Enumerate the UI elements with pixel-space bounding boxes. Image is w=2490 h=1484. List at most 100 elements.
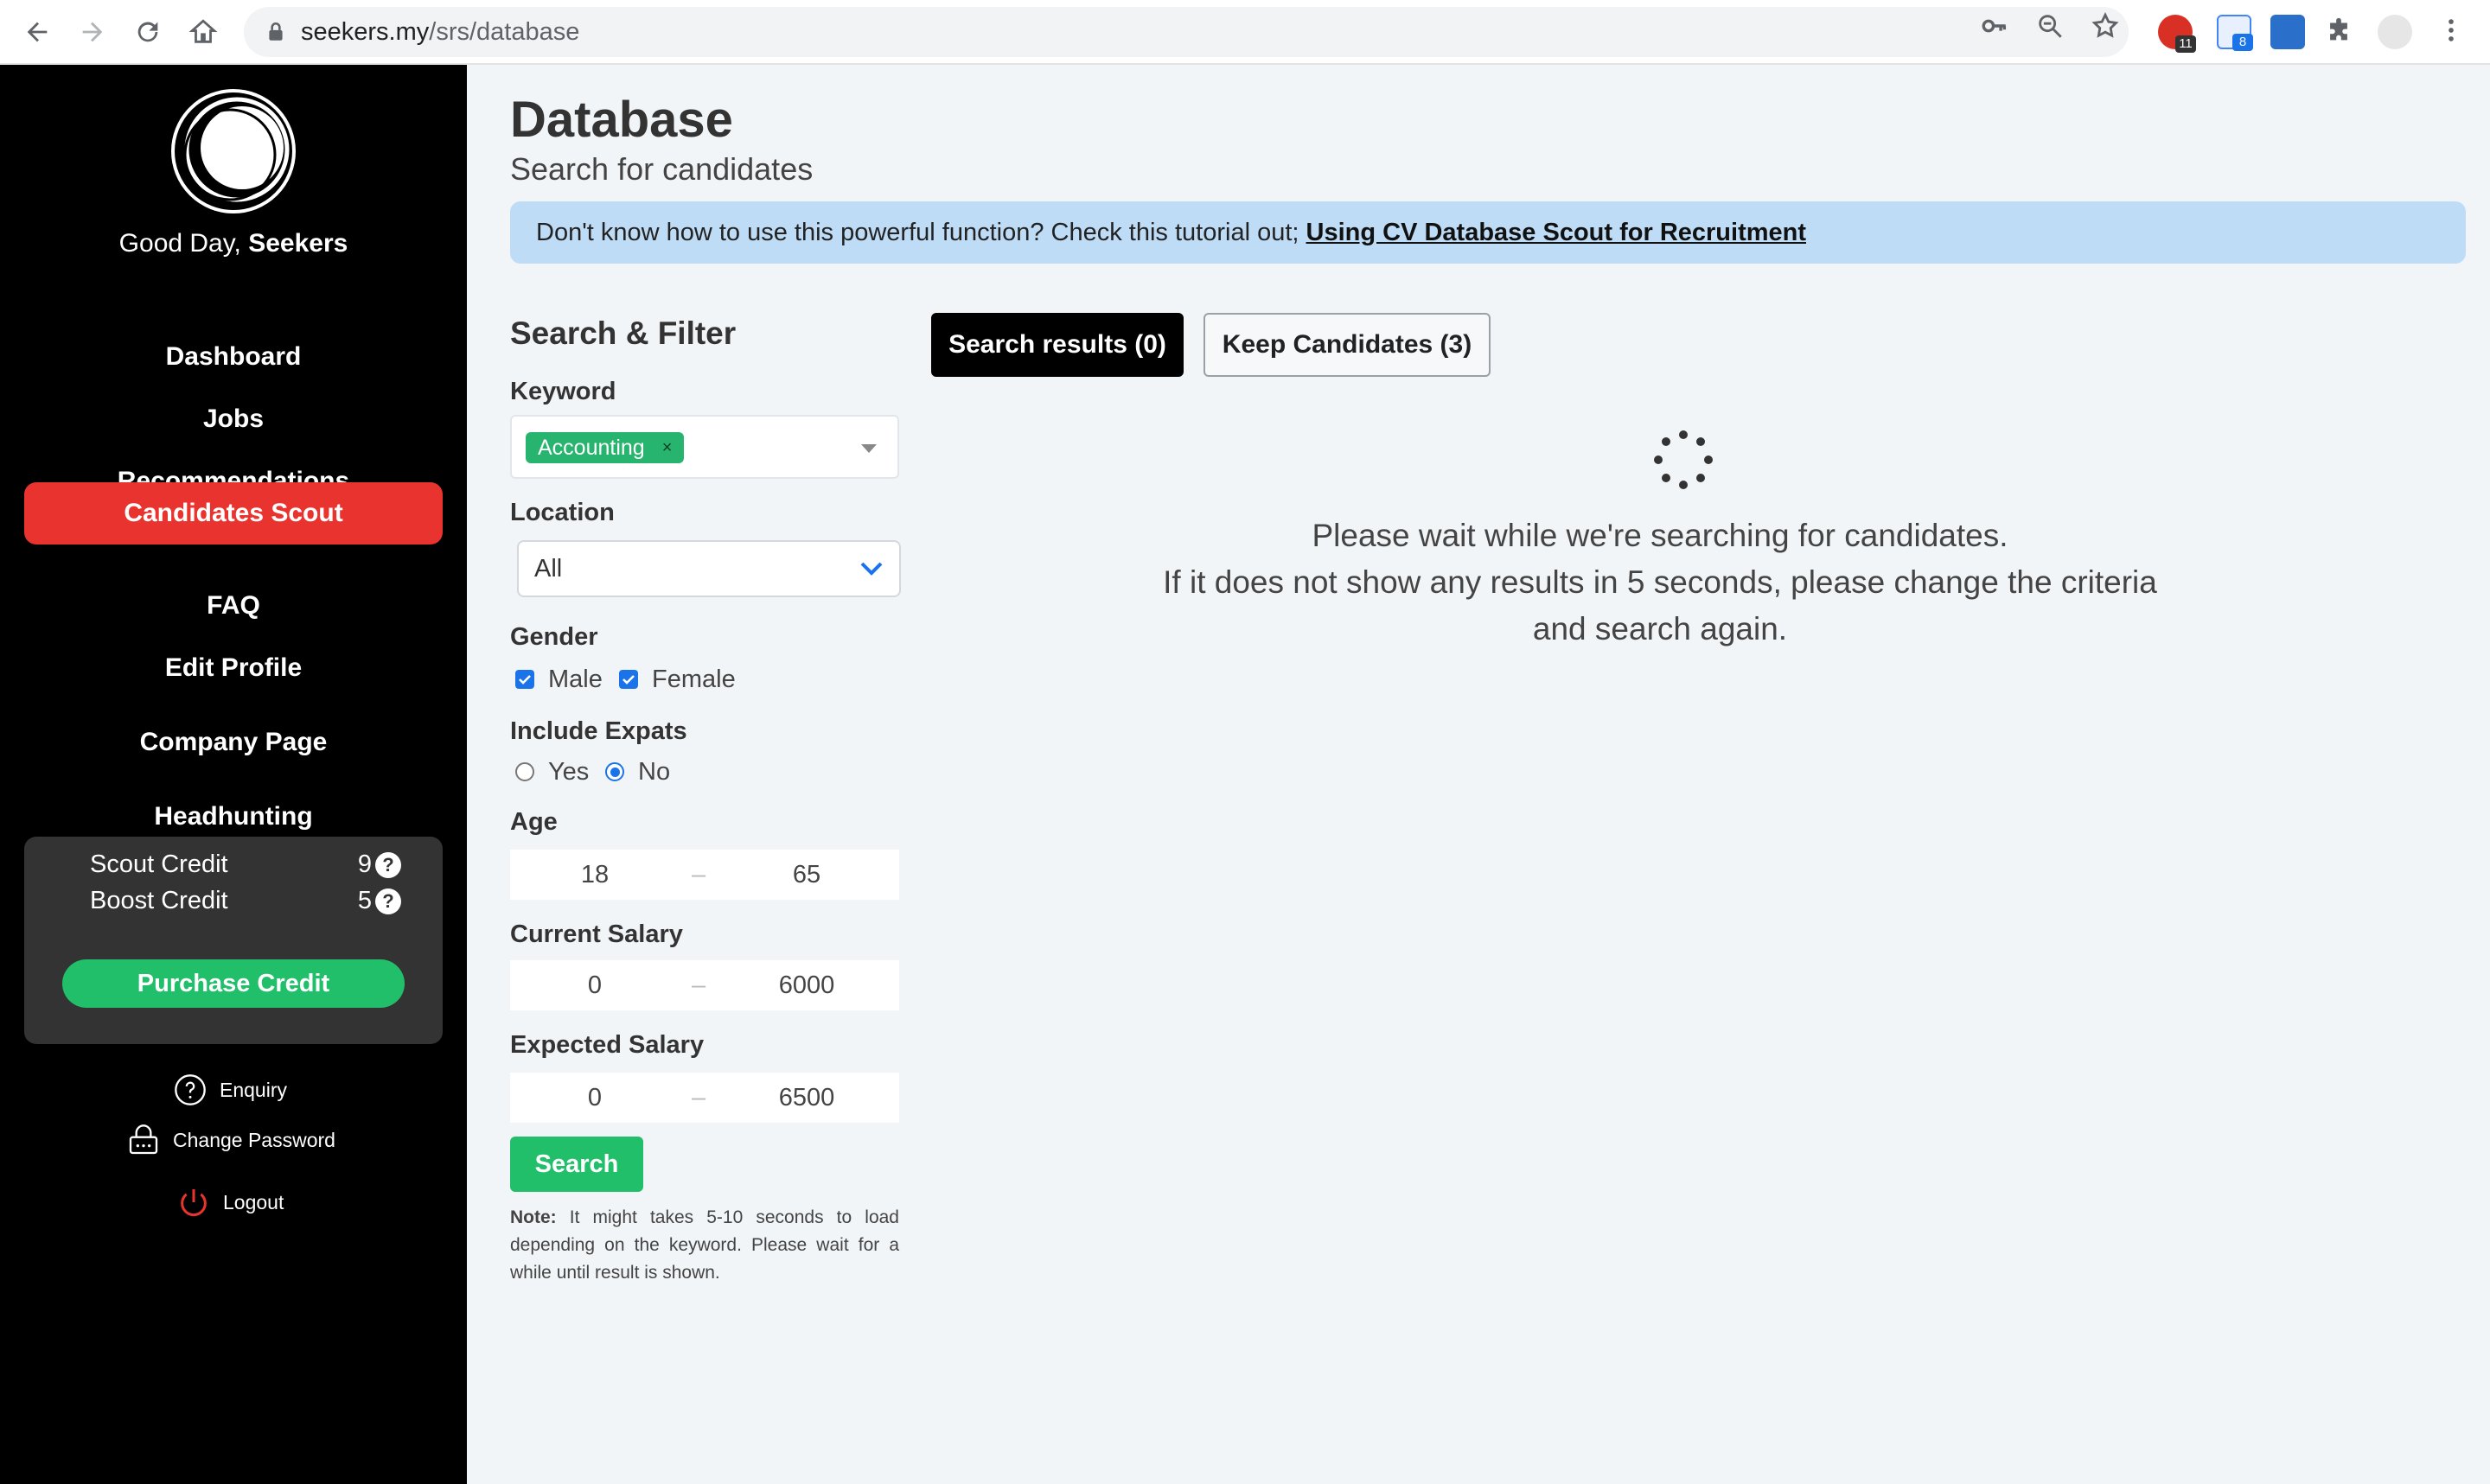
nav-candidates-scout[interactable]: Candidates Scout bbox=[24, 482, 443, 545]
page-title: Database bbox=[510, 92, 733, 148]
url-path: /srs/database bbox=[429, 18, 580, 46]
range-separator: – bbox=[692, 1084, 706, 1111]
search-button[interactable]: Search bbox=[510, 1137, 643, 1192]
nav-jobs[interactable]: Jobs bbox=[24, 388, 443, 450]
tag-remove-icon[interactable]: × bbox=[662, 432, 673, 463]
female-checkbox[interactable] bbox=[619, 670, 638, 689]
extension-badge: 11 bbox=[2175, 35, 2196, 53]
keyword-tag: Accounting × bbox=[526, 432, 685, 463]
age-max-input[interactable]: 65 bbox=[722, 850, 891, 900]
expats-no-radio[interactable] bbox=[605, 762, 624, 781]
nav-faq[interactable]: FAQ bbox=[24, 575, 443, 637]
extension-badge: 8 bbox=[2232, 34, 2253, 51]
caret-down-icon[interactable] bbox=[861, 444, 877, 453]
filter-title: Search & Filter bbox=[510, 315, 737, 351]
keyword-label: Keyword bbox=[510, 378, 616, 405]
reload-button[interactable] bbox=[128, 12, 168, 52]
expats-yes-radio[interactable] bbox=[515, 762, 534, 781]
scout-credit-row: Scout Credit 9? bbox=[90, 850, 401, 885]
logout-link[interactable]: Logout bbox=[176, 1183, 284, 1221]
expected-salary-label: Expected Salary bbox=[510, 1031, 705, 1059]
tutorial-link[interactable]: Using CV Database Scout for Recruitment bbox=[1306, 219, 1807, 246]
forward-button[interactable] bbox=[73, 12, 112, 52]
age-min-input[interactable]: 18 bbox=[510, 850, 680, 900]
note-prefix: Note: bbox=[510, 1207, 557, 1227]
tab-keep-candidates[interactable]: Keep Candidates (3) bbox=[1204, 313, 1491, 377]
back-button[interactable] bbox=[17, 12, 57, 52]
question-icon[interactable]: ? bbox=[375, 851, 401, 878]
nav-dashboard[interactable]: Dashboard bbox=[24, 326, 443, 388]
keyword-tag-label: Accounting bbox=[538, 436, 645, 460]
male-label: Male bbox=[548, 665, 603, 693]
gender-label: Gender bbox=[510, 623, 598, 651]
nav-company-page[interactable]: Company Page bbox=[24, 711, 443, 774]
browser-toolbar: seekers.my/srs/database 11 8 bbox=[0, 0, 2490, 65]
expats-no-option[interactable]: No bbox=[605, 756, 670, 787]
purchase-credit-button[interactable]: Purchase Credit bbox=[62, 959, 405, 1008]
greeting: Good Day, Seekers bbox=[0, 229, 467, 258]
forward-arrow-icon bbox=[82, 22, 103, 42]
check-icon bbox=[622, 675, 635, 685]
current-salary-min-input[interactable]: 0 bbox=[510, 960, 680, 1010]
check-icon bbox=[519, 675, 531, 685]
expected-salary-max-input[interactable]: 6500 bbox=[722, 1073, 891, 1123]
zoom-icon[interactable] bbox=[2035, 11, 2065, 41]
chevron-down-icon bbox=[860, 562, 883, 576]
spinner-icon bbox=[1654, 430, 1713, 489]
enquiry-link[interactable]: Enquiry bbox=[173, 1071, 287, 1109]
current-salary-max-input[interactable]: 6000 bbox=[722, 960, 891, 1010]
loading-message: Please wait while we're searching for ca… bbox=[1141, 513, 2179, 653]
location-select[interactable]: All bbox=[517, 540, 901, 597]
extension-bookmark-icon[interactable]: 8 bbox=[2217, 15, 2253, 51]
url-host: seekers.my bbox=[301, 18, 430, 46]
expected-salary-min-input[interactable]: 0 bbox=[510, 1073, 680, 1123]
boost-credit-row: Boost Credit 5? bbox=[90, 887, 401, 921]
change-password-label: Change Password bbox=[173, 1128, 335, 1151]
range-separator: – bbox=[692, 971, 706, 999]
profile-avatar[interactable] bbox=[2378, 15, 2412, 49]
menu-dots-icon[interactable] bbox=[2436, 16, 2466, 45]
sidebar: Good Day, Seekers Dashboard Jobs Recomme… bbox=[0, 65, 467, 1484]
tab-search-results[interactable]: Search results (0) bbox=[931, 313, 1184, 377]
keyword-select[interactable]: Accounting × bbox=[510, 415, 899, 479]
expats-yes-label: Yes bbox=[548, 757, 590, 786]
power-icon bbox=[181, 1189, 207, 1217]
banner-text: Don't know how to use this powerful func… bbox=[536, 219, 1306, 246]
page-subtitle: Search for candidates bbox=[510, 151, 814, 187]
change-password-link[interactable]: Change Password bbox=[126, 1121, 335, 1159]
expected-salary-range: 0 – 6500 bbox=[510, 1073, 899, 1123]
boost-credit-value: 5 bbox=[357, 887, 372, 914]
search-note: Note: It might takes 5-10 seconds to loa… bbox=[510, 1204, 899, 1287]
key-icon[interactable] bbox=[1980, 11, 2009, 41]
loading-line-2: If it does not show any results in 5 sec… bbox=[1163, 564, 2157, 646]
female-label: Female bbox=[652, 665, 736, 693]
nav-edit-profile[interactable]: Edit Profile bbox=[24, 637, 443, 699]
location-value: All bbox=[534, 555, 563, 583]
male-checkbox[interactable] bbox=[515, 670, 534, 689]
scout-credit-label: Scout Credit bbox=[90, 850, 228, 878]
loading-line-1: Please wait while we're searching for ca… bbox=[1312, 518, 2008, 553]
url-text: seekers.my/srs/database bbox=[301, 18, 579, 47]
lock-icon bbox=[269, 22, 283, 41]
note-text: It might takes 5-10 seconds to load depe… bbox=[510, 1207, 899, 1283]
location-label: Location bbox=[510, 499, 615, 526]
tutorial-banner: Don't know how to use this powerful func… bbox=[510, 201, 2466, 264]
extension-adblock-icon[interactable]: 11 bbox=[2158, 15, 2196, 53]
back-arrow-icon bbox=[27, 22, 48, 42]
address-bar[interactable]: seekers.my/srs/database bbox=[244, 7, 2129, 57]
puzzle-icon[interactable] bbox=[2324, 16, 2353, 45]
question-icon[interactable]: ? bbox=[375, 888, 401, 914]
gender-female-option[interactable]: Female bbox=[619, 664, 736, 695]
age-range: 18 – 65 bbox=[510, 850, 899, 900]
expats-yes-option[interactable]: Yes bbox=[515, 756, 589, 787]
reload-icon bbox=[137, 22, 158, 42]
age-label: Age bbox=[510, 808, 558, 836]
extension-s-icon[interactable] bbox=[2270, 15, 2305, 49]
home-icon bbox=[188, 19, 218, 43]
credit-panel: Scout Credit 9? Boost Credit 5? Purchase… bbox=[24, 837, 443, 1044]
home-button[interactable] bbox=[183, 12, 223, 52]
expats-label: Include Expats bbox=[510, 717, 687, 745]
main-content: Database Search for candidates Don't kno… bbox=[467, 65, 2490, 1484]
gender-male-option[interactable]: Male bbox=[515, 664, 603, 695]
star-icon[interactable] bbox=[2091, 11, 2120, 41]
